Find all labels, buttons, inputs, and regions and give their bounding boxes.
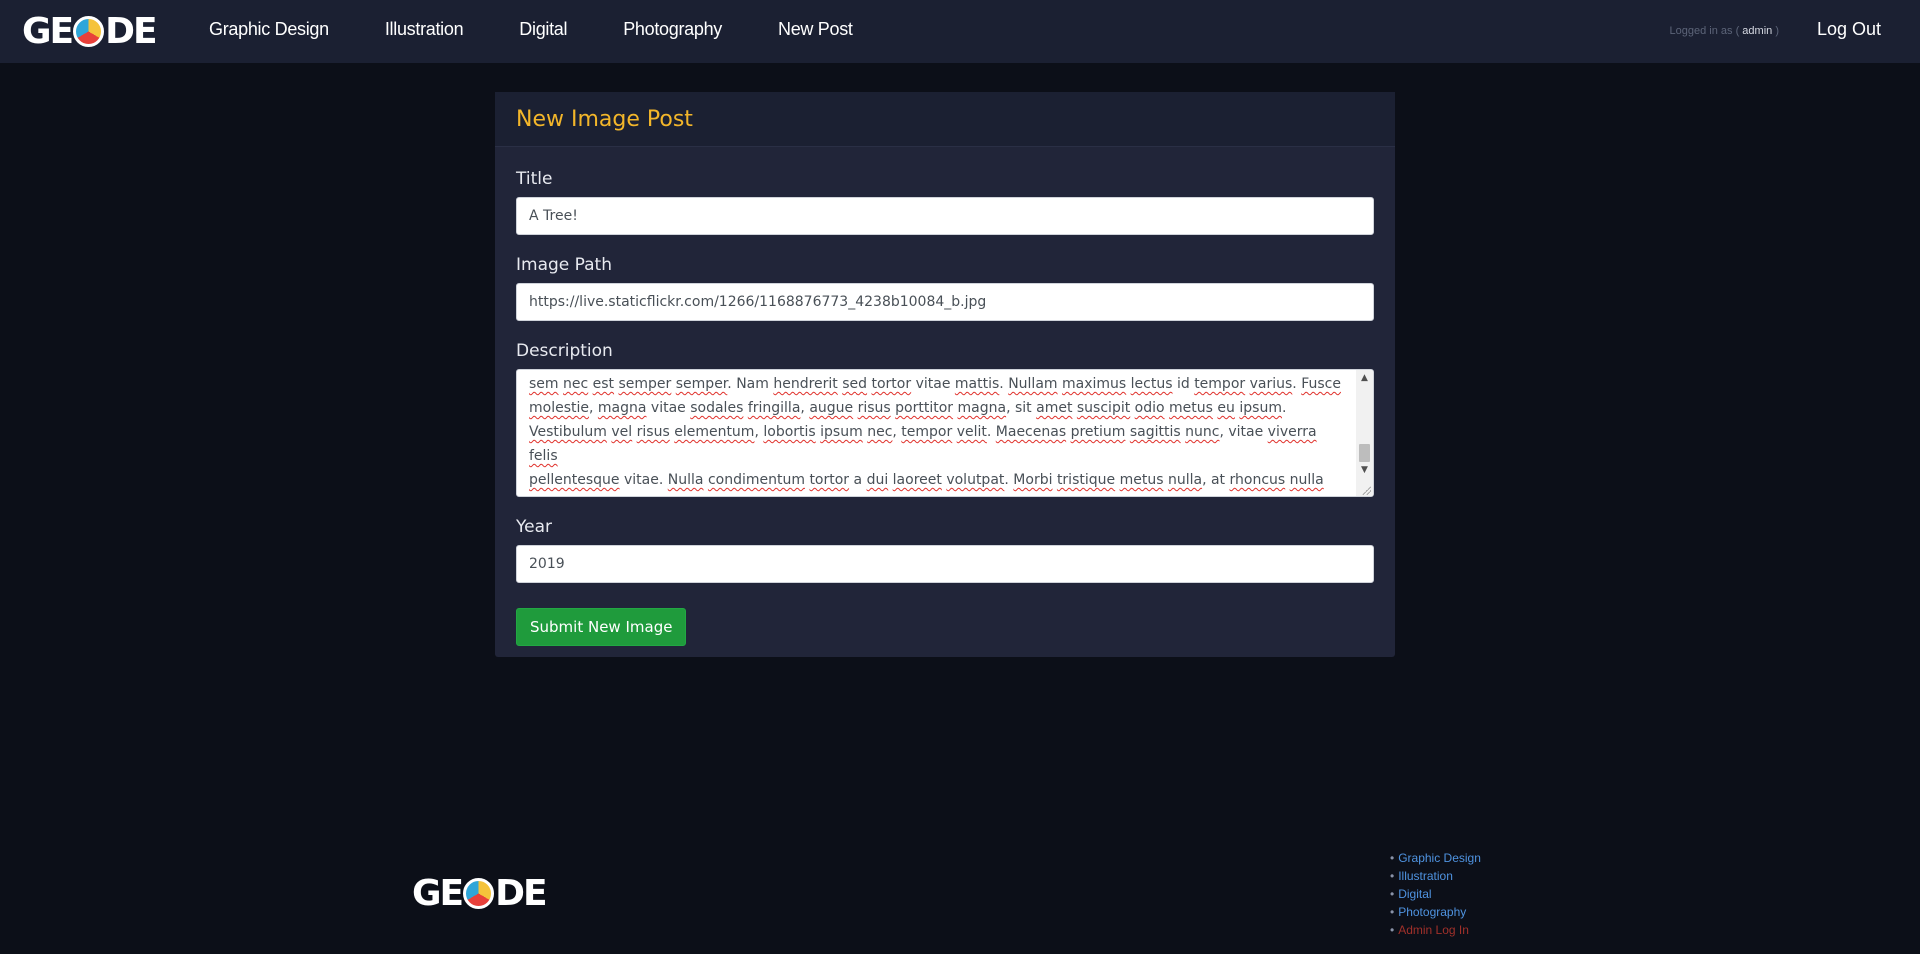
page-title: New Image Post xyxy=(516,107,693,132)
bullet-icon: • xyxy=(1390,923,1395,937)
title-label: Title xyxy=(516,169,553,189)
description-line: Vestibulum vel risus elementum, lobortis… xyxy=(529,424,1317,464)
year-label: Year xyxy=(516,517,552,537)
description-line: rhoncus sed. Interdum et malesuada fames… xyxy=(529,492,1347,496)
logo-text-end: DE xyxy=(105,10,158,52)
footer-links: • Graphic Design • Illustration • Digital •… xyxy=(1390,849,1481,939)
bullet-icon: • xyxy=(1390,887,1395,901)
footer-link-illustration[interactable]: Illustration xyxy=(1398,869,1453,883)
image-path-label: Image Path xyxy=(516,255,612,275)
login-status: Logged in as ( admin ) xyxy=(1670,25,1779,37)
footer-link-digital[interactable]: Digital xyxy=(1398,887,1431,901)
footer-link-item: • Photography xyxy=(1390,903,1481,921)
year-input[interactable] xyxy=(516,545,1374,583)
footer-geode-logo[interactable]: GE DE xyxy=(412,872,548,914)
nav-digital[interactable]: Digital xyxy=(519,19,567,40)
footer-logo-text-end: DE xyxy=(495,872,548,914)
footer-link-item: • Digital xyxy=(1390,885,1481,903)
description-text[interactable]: sem nec est semper semper. Nam hendrerit… xyxy=(517,370,1373,496)
description-line: molestie, magna vitae sodales fringilla,… xyxy=(529,400,1287,416)
nav-illustration[interactable]: Illustration xyxy=(385,19,464,40)
description-line: pellentesque vitae. Nulla condimentum to… xyxy=(529,472,1324,488)
nav-graphic-design[interactable]: Graphic Design xyxy=(209,19,329,40)
geode-ball-icon xyxy=(463,877,495,909)
description-label: Description xyxy=(516,341,613,361)
card-header: New Image Post xyxy=(495,92,1395,147)
logout-link[interactable]: Log Out xyxy=(1817,19,1881,40)
bullet-icon: • xyxy=(1390,851,1395,865)
footer-link-photography[interactable]: Photography xyxy=(1398,905,1466,919)
title-input[interactable] xyxy=(516,197,1374,235)
resize-grip-icon[interactable] xyxy=(1361,485,1371,495)
bullet-icon: • xyxy=(1390,905,1395,919)
footer-logo-text-start: GE xyxy=(412,872,464,914)
description-scrollbar[interactable]: ▲ ▼ xyxy=(1356,370,1373,496)
login-suffix: ) xyxy=(1775,25,1779,37)
logo-text-start: GE xyxy=(22,10,74,52)
nav-new-post[interactable]: New Post xyxy=(778,19,853,40)
footer-link-item: • Illustration xyxy=(1390,867,1481,885)
scroll-up-arrow-icon[interactable]: ▲ xyxy=(1356,370,1373,386)
new-image-form: Title Image Path Description sem nec est… xyxy=(495,169,1395,646)
new-image-post-card: New Image Post Title Image Path Descript… xyxy=(495,92,1395,657)
submit-new-image-button[interactable]: Submit New Image xyxy=(516,608,687,646)
image-path-input[interactable] xyxy=(516,283,1374,321)
login-prefix: Logged in as ( xyxy=(1669,25,1740,37)
footer-link-graphic-design[interactable]: Graphic Design xyxy=(1398,851,1481,865)
login-username: admin xyxy=(1742,25,1773,37)
scroll-down-arrow-icon[interactable]: ▼ xyxy=(1356,462,1373,478)
footer-link-item: • Graphic Design xyxy=(1390,849,1481,867)
footer-link-admin-log-in[interactable]: Admin Log In xyxy=(1398,923,1469,937)
top-navbar: GE DE Graphic Design Illustration Digita… xyxy=(0,0,1920,63)
description-line: sem nec est semper semper. Nam hendrerit… xyxy=(529,376,1341,392)
bullet-icon: • xyxy=(1390,869,1395,883)
main-nav: Graphic Design Illustration Digital Phot… xyxy=(209,19,909,40)
scroll-thumb[interactable] xyxy=(1359,444,1370,462)
footer-link-item: • Admin Log In xyxy=(1390,921,1481,939)
description-textarea[interactable]: sem nec est semper semper. Nam hendrerit… xyxy=(516,369,1374,497)
geode-logo[interactable]: GE DE xyxy=(22,10,158,52)
geode-ball-icon xyxy=(73,15,105,47)
nav-photography[interactable]: Photography xyxy=(623,19,722,40)
